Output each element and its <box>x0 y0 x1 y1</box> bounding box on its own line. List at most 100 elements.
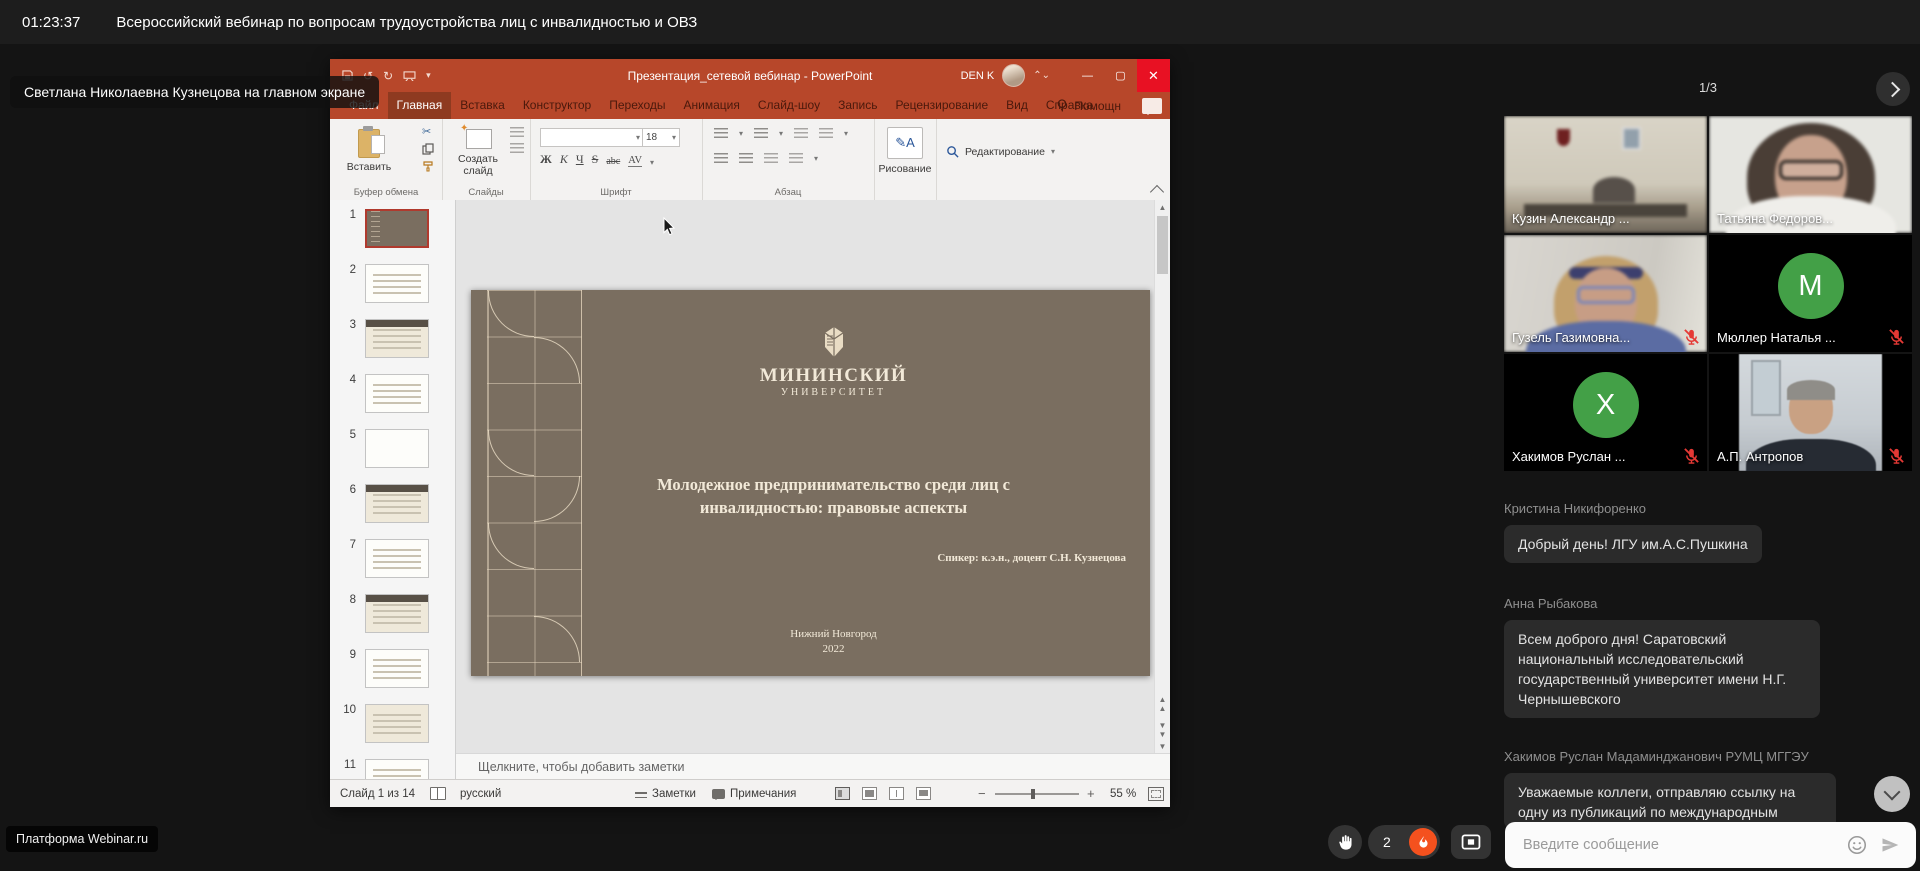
ppt-tab-insert: Вставка <box>451 92 514 119</box>
thumb-number: 10 <box>342 704 356 750</box>
scroll-down-icon: ▼ <box>1155 742 1170 751</box>
previous-slide-icon: ▲▲ <box>1155 695 1170 713</box>
slide-thumbnail-panel: 1 2 3 4 5 6 7 8 9 10 11 <box>330 200 456 780</box>
chat-message: Всем доброго дня! Саратовский национальн… <box>1504 620 1820 718</box>
thumbnail-item: 5 <box>330 420 455 475</box>
normal-view-icon <box>835 787 850 800</box>
thumb-number: 8 <box>342 594 356 640</box>
participant-tile[interactable]: Татьяна Федоров... <box>1709 116 1912 233</box>
comments-status-icon <box>712 789 725 799</box>
chat-author: Кристина Никифоренко <box>1504 501 1646 516</box>
pip-icon <box>1461 834 1481 850</box>
scrollbar-thumb <box>1157 216 1168 274</box>
scroll-up-icon: ▲ <box>1155 203 1170 212</box>
current-slide: МИНИНСКИЙ УНИВЕРСИТЕТ Молодежное предпри… <box>471 290 1150 676</box>
ppt-tab-view: Вид <box>997 92 1037 119</box>
notes-icon <box>635 792 647 798</box>
participant-tile[interactable]: М Мюллер Наталья ... <box>1709 235 1912 352</box>
char-spacing-button: AV <box>628 155 642 167</box>
slide-speaker: Спикер: к.э.н., доцент С.Н. Кузнецова <box>937 552 1126 564</box>
participant-name: Мюллер Наталья ... <box>1717 330 1836 345</box>
ppt-ribbon-tabs: Файл Главная Вставка Конструктор Переход… <box>330 92 1170 119</box>
thumb-number: 3 <box>342 319 356 365</box>
find-icon <box>946 145 959 158</box>
font-size-value: 18 <box>646 132 657 143</box>
align-center-icon <box>739 153 753 164</box>
participant-tile[interactable]: Х Хакимов Руслан ... <box>1504 354 1707 471</box>
send-icon <box>1880 835 1900 855</box>
participant-name: Кузин Александр ... <box>1512 211 1630 226</box>
raise-hand-button[interactable] <box>1328 825 1362 859</box>
minimize-icon: — <box>1071 59 1104 92</box>
collapse-ribbon-icon <box>1150 185 1164 199</box>
ribbon-group-editing: Редактирование ▾ <box>936 119 1034 200</box>
chat-message: Уважаемые коллеги, отправляю ссылку на о… <box>1504 773 1836 829</box>
tiles-next-page-button[interactable] <box>1876 72 1910 106</box>
participant-name: Хакимов Руслан ... <box>1512 449 1626 464</box>
top-bar: 01:23:37 Всероссийский вебинар по вопрос… <box>0 0 1920 44</box>
mouse-cursor <box>663 217 677 237</box>
paragraph-row-1: ▾ ▾ ▾ <box>714 128 848 139</box>
zoom-in-control: + <box>1087 780 1095 807</box>
session-timer: 01:23:37 <box>22 14 80 31</box>
thumbnail-item: 6 <box>330 475 455 530</box>
mic-muted-icon <box>1683 447 1700 464</box>
participant-name: Татьяна Федоров... <box>1717 211 1833 226</box>
ppt-tab-transitions: Переходы <box>600 92 674 119</box>
webinar-title: Всероссийский вебинар по вопросам трудоу… <box>116 14 697 31</box>
presenter-label: Светлана Николаевна Кузнецова на главном… <box>10 76 379 108</box>
slide-sorter-icon <box>862 787 877 800</box>
ribbon-display-icon: ⌃⌄ <box>1033 70 1050 81</box>
ppt-tab-design: Конструктор <box>514 92 600 119</box>
numbering-icon <box>754 128 768 139</box>
ribbon-group-paragraph: ▾ ▾ ▾ ▾ Абзац <box>702 119 875 200</box>
slideshow-view-icon <box>916 787 931 800</box>
new-slide-label: Создать слайд <box>446 153 510 177</box>
thumbnail-item: 11 <box>330 750 455 780</box>
close-icon: ✕ <box>1137 59 1170 92</box>
comments-toggle: Примечания <box>712 780 796 807</box>
comments-icon <box>1142 98 1162 114</box>
participant-tiles: Кузин Александр ... Татьяна Федоров... Г… <box>1504 116 1912 471</box>
emoji-button[interactable] <box>1846 834 1868 856</box>
zoom-level: 55 % <box>1110 780 1136 807</box>
slide-title: Молодежное предпринимательство среди лиц… <box>517 473 1150 519</box>
slide-logo-line1: МИНИНСКИЙ <box>760 365 908 387</box>
slide-footer: Нижний Новгород 2022 <box>517 627 1150 657</box>
font-name-combobox: ▾ <box>540 128 644 147</box>
next-slide-icon: ▼▼ <box>1155 721 1170 739</box>
shared-screen-powerpoint: ↺ ↻ ▾ Презентация_сетевой вебинар - Powe… <box>330 59 1170 807</box>
language-indicator: русский <box>460 780 501 807</box>
italic-button: К <box>560 152 568 167</box>
chat-input[interactable] <box>1521 836 1846 854</box>
participant-name: А.П. Антропов <box>1717 449 1803 464</box>
clipboard-mini-buttons: ✂ <box>422 127 434 172</box>
send-button[interactable] <box>1880 835 1900 855</box>
picture-in-picture-button[interactable] <box>1451 825 1491 859</box>
indent-icon <box>794 128 808 139</box>
chat-scroll-down-button[interactable] <box>1874 776 1910 812</box>
fire-reaction-button[interactable] <box>1409 828 1437 856</box>
copy-icon <box>422 143 434 155</box>
slide-thumb-8 <box>365 594 429 633</box>
participant-tile[interactable]: Кузин Александр ... <box>1504 116 1707 233</box>
line-spacing-icon <box>819 128 833 139</box>
align-right-icon <box>764 153 778 164</box>
thumb-number: 11 <box>342 759 356 780</box>
ppt-window-buttons: — ▢ ✕ <box>1071 59 1170 92</box>
font-format-buttons: Ж К Ч S abc AV ▾ <box>540 152 654 167</box>
slide-canvas: МИНИНСКИЙ УНИВЕРСИТЕТ Молодежное предпри… <box>456 200 1155 753</box>
participant-tile[interactable]: А.П. Антропов <box>1709 354 1912 471</box>
new-slide-icon <box>466 129 492 149</box>
ppt-tabs-right: Помощн <box>1057 92 1162 119</box>
slide-thumb-9 <box>365 649 429 688</box>
columns-icon <box>789 153 803 164</box>
flame-icon <box>1416 835 1431 850</box>
drawing-label: Рисование <box>874 163 936 175</box>
canvas-scrollbar: ▲ ▲▲ ▼▼ ▼ <box>1154 200 1170 753</box>
ppt-account-avatar <box>1002 64 1025 87</box>
chevron-right-icon <box>1885 82 1901 98</box>
participant-tile[interactable]: Гузель Газимовна... <box>1504 235 1707 352</box>
reactions-control[interactable]: 2 <box>1368 825 1440 859</box>
slide-thumb-2 <box>365 264 429 303</box>
